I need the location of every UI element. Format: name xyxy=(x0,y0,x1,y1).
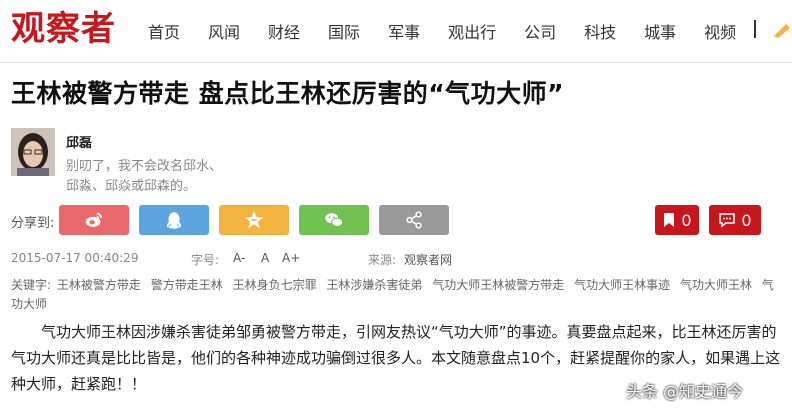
font-size-small-button[interactable]: A- xyxy=(233,251,245,265)
site-logo[interactable]: 观察者 xyxy=(11,6,116,52)
nav-item-fengwen[interactable]: 风闻 xyxy=(208,19,240,43)
nav-item-tech[interactable]: 科技 xyxy=(584,19,616,43)
share-qzone-button[interactable] xyxy=(219,205,289,235)
keywords-row: 关键字: 王林被警方带走 警方带走王林 王林身负七宗罪 王林涉嫌杀害徒弟 气功大… xyxy=(11,276,781,314)
keyword-link[interactable]: 王林被警方带走 xyxy=(57,278,141,292)
author-bio-line-2: 邱淼、邱焱或邱森的。 xyxy=(66,179,197,194)
author-bio: 别叨了，我不会改名邱水、 邱淼、邱焱或邱森的。 xyxy=(66,157,266,197)
share-weibo-button[interactable] xyxy=(59,205,129,235)
publish-date: 2015-07-17 00:40:29 xyxy=(11,251,139,265)
bookmark-count: 0 xyxy=(681,210,692,230)
pencil-icon[interactable] xyxy=(772,22,792,38)
share-more-button[interactable] xyxy=(379,205,449,235)
keyword-link[interactable]: 警方带走王林 xyxy=(151,278,223,292)
watermark: 头条 @知史通今 xyxy=(626,382,744,401)
keyword-link[interactable]: 王林身负七宗罪 xyxy=(233,278,317,292)
article-title: 王林被警方带走 盘点比王林还厉害的“气功大师” xyxy=(11,79,565,108)
nav-item-company[interactable]: 公司 xyxy=(524,19,556,43)
source-label: 来源: xyxy=(368,253,397,267)
nav-item-military[interactable]: 军事 xyxy=(388,19,420,43)
top-navigation-bar: 观察者 首页 风闻 财经 国际 军事 观出行 公司 科技 城事 视频 xyxy=(0,0,792,62)
font-size-normal-button[interactable]: A xyxy=(261,251,269,265)
keywords-label: 关键字: xyxy=(11,278,52,292)
nav-item-home[interactable]: 首页 xyxy=(148,19,180,43)
share-icon xyxy=(406,211,422,229)
keyword-link[interactable]: 气功大师王林事迹 xyxy=(574,278,670,292)
comment-icon xyxy=(719,213,736,228)
keyword-link[interactable]: 气功大师王林被警方带走 xyxy=(432,278,564,292)
nav-item-finance[interactable]: 财经 xyxy=(268,19,300,43)
comment-button[interactable]: 0 xyxy=(709,205,761,235)
share-label: 分享到: xyxy=(11,216,55,231)
weibo-icon xyxy=(85,212,103,227)
font-size-label: 字号: xyxy=(191,253,220,267)
main-nav: 首页 风闻 财经 国际 军事 观出行 公司 科技 城事 视频 xyxy=(148,19,764,43)
comment-count: 0 xyxy=(741,210,752,230)
keyword-link[interactable]: 气功大师王林 xyxy=(680,278,752,292)
nav-item-travel[interactable]: 观出行 xyxy=(448,19,496,43)
wechat-icon xyxy=(325,213,344,227)
nav-item-international[interactable]: 国际 xyxy=(328,19,360,43)
keyword-link[interactable]: 王林涉嫌杀害徒弟 xyxy=(326,278,422,292)
bookmark-icon xyxy=(664,213,675,227)
nav-item-city[interactable]: 城事 xyxy=(644,19,676,43)
source-name[interactable]: 观察者网 xyxy=(404,251,452,268)
author-avatar[interactable] xyxy=(11,128,55,176)
qzone-star-icon xyxy=(244,210,264,229)
author-bio-line-1: 别叨了，我不会改名邱水、 xyxy=(66,159,223,174)
header-divider xyxy=(0,62,792,63)
nav-separator xyxy=(754,20,756,38)
font-size-large-button[interactable]: A+ xyxy=(282,251,300,265)
author-name[interactable]: 邱磊 xyxy=(66,132,92,151)
share-wechat-button[interactable] xyxy=(299,205,369,235)
nav-item-video[interactable]: 视频 xyxy=(704,19,736,43)
qq-icon xyxy=(166,212,182,229)
avatar-image xyxy=(11,128,55,176)
share-qq-button[interactable] xyxy=(139,205,209,235)
bookmark-button[interactable]: 0 xyxy=(655,205,699,235)
